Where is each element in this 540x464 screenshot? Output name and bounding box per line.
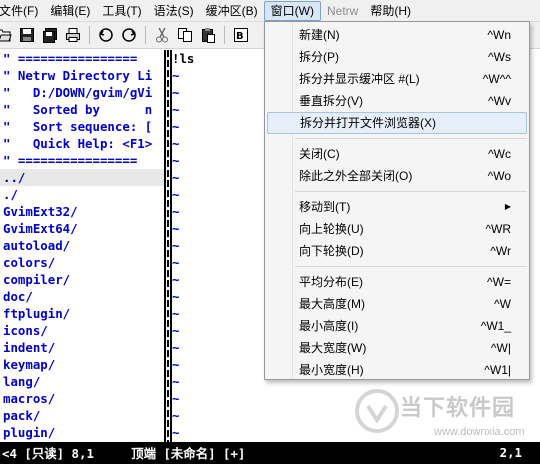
print-icon[interactable] <box>63 25 83 45</box>
dir-entry[interactable]: keymap/ <box>0 356 164 373</box>
netrw-banner-line: " ================ <box>3 153 138 168</box>
menu-syntax[interactable]: 语法(S) <box>148 1 200 21</box>
menu-item-move-to[interactable]: 移动到(T) ▶ <box>265 196 529 218</box>
dir-entry[interactable]: GvimExt32/ <box>0 203 164 220</box>
menu-item-min-width[interactable]: 最小宽度(H) ^W1| <box>265 359 529 381</box>
undo-icon[interactable] <box>96 25 116 45</box>
menu-separator <box>295 266 527 267</box>
menu-separator <box>295 138 527 139</box>
window-menu-dropdown: 新建(N) ^Wn 拆分(P) ^Ws 拆分并显示缓冲区 #(L) ^W^^ 垂直拆分… <box>264 21 530 380</box>
save-all-icon[interactable] <box>40 25 60 45</box>
cut-icon[interactable] <box>152 25 172 45</box>
netrw-banner-line: " ================ <box>3 51 138 66</box>
menu-item-equal-size[interactable]: 平均分布(E) ^W= <box>265 271 529 293</box>
netrw-banner-line: " Quick Help: <F1> <box>3 136 153 151</box>
menu-window[interactable]: 窗口(W) <box>263 0 321 21</box>
menu-netrw[interactable]: Netrw <box>321 1 364 21</box>
watermark-logo-icon <box>355 389 399 433</box>
menu-separator <box>295 191 527 192</box>
menu-item-vsplit[interactable]: 垂直拆分(V) ^Wv <box>265 90 529 112</box>
dir-entry[interactable]: autoload/ <box>0 237 164 254</box>
menu-edit[interactable]: 编辑(E) <box>44 1 96 21</box>
menu-item-rotate-down[interactable]: 向下轮换(D) ^Wr <box>265 240 529 262</box>
dir-entry[interactable]: doc/ <box>0 288 164 305</box>
netrw-banner-line: " Netrw Directory Li <box>3 68 153 83</box>
menu-buffers[interactable]: 缓冲区(B) <box>200 1 264 21</box>
dir-entry[interactable]: plugin/ <box>0 424 164 441</box>
dir-entry[interactable]: lang/ <box>0 373 164 390</box>
menu-item-max-height[interactable]: 最大高度(M) ^W <box>265 293 529 315</box>
toolbar-separator <box>145 26 146 44</box>
menu-file[interactable]: 文件(F) <box>0 1 44 21</box>
dir-entry[interactable]: pack/ <box>0 407 164 424</box>
toolbar-separator <box>89 26 90 44</box>
netrw-banner-line: " Sort sequence: [ <box>3 119 153 134</box>
watermark-title: 当下软件园 <box>400 396 516 421</box>
dir-entry[interactable]: macros/ <box>0 390 164 407</box>
menu-bar: 文件(F) 编辑(E) 工具(T) 语法(S) 缓冲区(B) 窗口(W) Net… <box>0 0 540 22</box>
redo-icon[interactable] <box>119 25 139 45</box>
dir-entry[interactable]: compiler/ <box>0 271 164 288</box>
dir-entry[interactable]: icons/ <box>0 322 164 339</box>
netrw-banner-line: " Sorted by n <box>3 102 153 117</box>
open-icon[interactable] <box>0 25 14 45</box>
menu-item-min-height[interactable]: 最小高度(I) ^W1_ <box>265 315 529 337</box>
save-icon[interactable] <box>17 25 37 45</box>
menu-item-new[interactable]: 新建(N) ^Wn <box>265 24 529 46</box>
watermark-url: www.downxia.com <box>434 426 525 438</box>
netrw-banner-line: " D:/DOWN/gvim/gVi <box>3 85 153 100</box>
menu-item-split[interactable]: 拆分(P) ^Ws <box>265 46 529 68</box>
menu-item-split-file-explorer[interactable]: 拆分并打开文件浏览器(X) <box>267 112 527 134</box>
dir-entry[interactable]: ftplugin/ <box>0 305 164 322</box>
dir-entry[interactable]: ../ <box>0 169 164 186</box>
menu-item-split-alt-buffer[interactable]: 拆分并显示缓冲区 #(L) ^W^^ <box>265 68 529 90</box>
menu-item-max-width[interactable]: 最大宽度(W) ^W| <box>265 337 529 359</box>
copy-icon[interactable] <box>175 25 195 45</box>
status-position: 2,1 <box>499 445 522 460</box>
submenu-arrow-icon: ▶ <box>504 202 511 211</box>
status-line: <4 [只读] 8,1 顶端 [未命名] [+] 2,1 <box>0 442 540 464</box>
dir-entry[interactable]: indent/ <box>0 339 164 356</box>
dir-entry[interactable]: ./ <box>0 186 164 203</box>
menu-tools[interactable]: 工具(T) <box>96 1 147 21</box>
watermark: 当下软件园 www.downxia.com <box>354 384 540 444</box>
vertical-split-separator[interactable] <box>164 50 172 442</box>
svg-text:B: B <box>236 31 244 42</box>
toolbar-separator <box>224 26 225 44</box>
menu-item-close[interactable]: 关闭(C) ^Wc <box>265 143 529 165</box>
menu-help[interactable]: 帮助(H) <box>364 1 417 21</box>
dir-entry[interactable]: GvimExt64/ <box>0 220 164 237</box>
paste-icon[interactable] <box>198 25 218 45</box>
find-replace-icon[interactable]: B <box>231 25 251 45</box>
menu-item-rotate-up[interactable]: 向上轮换(U) ^WR <box>265 218 529 240</box>
netrw-pane[interactable]: " ================ " Netrw Directory Li … <box>0 50 164 442</box>
status-left: <4 [只读] 8,1 顶端 [未命名] [+] <box>2 446 246 461</box>
menu-item-close-others[interactable]: 除此之外全部关闭(O) ^Wo <box>265 165 529 187</box>
dir-entry[interactable]: colors/ <box>0 254 164 271</box>
